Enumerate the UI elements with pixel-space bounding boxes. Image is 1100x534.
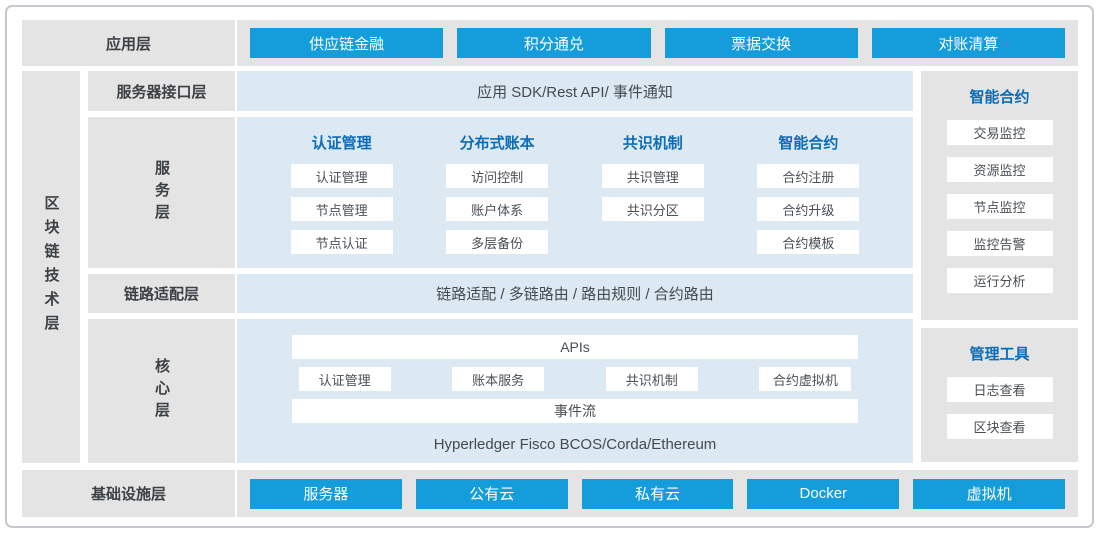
tools-panel: 管理工具 日志查看 区块查看 bbox=[921, 328, 1078, 462]
monitor-item: 运行分析 bbox=[947, 268, 1053, 293]
service-column-auth: 认证管理 认证管理 节点管理 节点认证 bbox=[291, 132, 393, 268]
core-layer-panel: APIs 认证管理 账本服务 共识机制 合约虚拟机 事件流 Hyperledge… bbox=[237, 319, 913, 463]
link-layer-content: 链路适配 / 多链路由 / 路由规则 / 合约路由 bbox=[237, 274, 913, 313]
core-module: 合约虚拟机 bbox=[759, 367, 851, 391]
tools-item: 日志查看 bbox=[947, 377, 1053, 402]
service-item: 多层备份 bbox=[446, 230, 548, 254]
tools-panel-title: 管理工具 bbox=[969, 343, 1029, 364]
link-layer-label: 链路适配层 bbox=[88, 274, 235, 313]
infrastructure-layer-label: 基础设施层 bbox=[22, 470, 235, 517]
app-item-points-exchange: 积分通兑 bbox=[457, 28, 650, 58]
infrastructure-layer-strip: 服务器 公有云 私有云 Docker 虚拟机 bbox=[237, 470, 1078, 517]
service-item: 共识分区 bbox=[602, 197, 704, 221]
infra-item-server: 服务器 bbox=[250, 479, 402, 509]
infra-item-docker: Docker bbox=[747, 479, 899, 509]
service-item: 认证管理 bbox=[291, 164, 393, 188]
interface-layer-content: 应用 SDK/Rest API/ 事件通知 bbox=[237, 71, 913, 111]
service-column-title: 共识机制 bbox=[623, 132, 683, 152]
monitor-item: 资源监控 bbox=[947, 157, 1053, 182]
infra-item-private-cloud: 私有云 bbox=[582, 479, 734, 509]
application-layer-strip: 供应链金融 积分通兑 票据交换 对账清算 bbox=[237, 20, 1078, 66]
service-column-smart-contract: 智能合约 合约注册 合约升级 合约模板 bbox=[757, 132, 859, 268]
app-item-bill-exchange: 票据交换 bbox=[665, 28, 858, 58]
core-module: 账本服务 bbox=[452, 367, 544, 391]
service-column-consensus: 共识机制 共识管理 共识分区 bbox=[602, 132, 704, 268]
service-layer-label: 服务层 bbox=[88, 117, 235, 268]
service-column-title: 智能合约 bbox=[778, 132, 838, 152]
service-item: 共识管理 bbox=[602, 164, 704, 188]
service-layer-panel: 认证管理 认证管理 节点管理 节点认证 分布式账本 访问控制 账户体系 多层备份… bbox=[237, 117, 913, 268]
application-layer-label: 应用层 bbox=[22, 20, 235, 66]
monitor-item: 交易监控 bbox=[947, 120, 1053, 145]
core-event-stream-bar: 事件流 bbox=[292, 399, 858, 423]
monitor-panel-title: 智能合约 bbox=[969, 86, 1029, 107]
core-module: 认证管理 bbox=[299, 367, 391, 391]
core-platforms-caption: Hyperledger Fisco BCOS/Corda/Ethereum bbox=[237, 436, 913, 453]
monitor-item: 节点监控 bbox=[947, 194, 1053, 219]
monitor-panel: 智能合约 交易监控 资源监控 节点监控 监控告警 运行分析 bbox=[921, 71, 1078, 320]
service-item: 合约注册 bbox=[757, 164, 859, 188]
tools-item: 区块查看 bbox=[947, 414, 1053, 439]
core-layer-label: 核心层 bbox=[88, 319, 235, 463]
service-column-title: 分布式账本 bbox=[460, 132, 535, 152]
core-modules-row: 认证管理 账本服务 共识机制 合约虚拟机 bbox=[237, 367, 913, 391]
infra-item-vm: 虚拟机 bbox=[913, 479, 1065, 509]
service-item: 账户体系 bbox=[446, 197, 548, 221]
service-item: 访问控制 bbox=[446, 164, 548, 188]
core-apis-bar: APIs bbox=[292, 335, 858, 359]
service-item: 节点管理 bbox=[291, 197, 393, 221]
service-column-ledger: 分布式账本 访问控制 账户体系 多层备份 bbox=[446, 132, 548, 268]
app-item-reconciliation-clearing: 对账清算 bbox=[872, 28, 1065, 58]
blockchain-tech-layer-label: 区块链技术层 bbox=[22, 71, 80, 463]
infra-item-public-cloud: 公有云 bbox=[416, 479, 568, 509]
core-module: 共识机制 bbox=[606, 367, 698, 391]
service-item: 节点认证 bbox=[291, 230, 393, 254]
interface-layer-label: 服务器接口层 bbox=[88, 71, 235, 111]
monitor-item: 监控告警 bbox=[947, 231, 1053, 256]
service-item: 合约模板 bbox=[757, 230, 859, 254]
service-column-title: 认证管理 bbox=[312, 132, 372, 152]
service-item: 合约升级 bbox=[757, 197, 859, 221]
app-item-supply-chain-finance: 供应链金融 bbox=[250, 28, 443, 58]
